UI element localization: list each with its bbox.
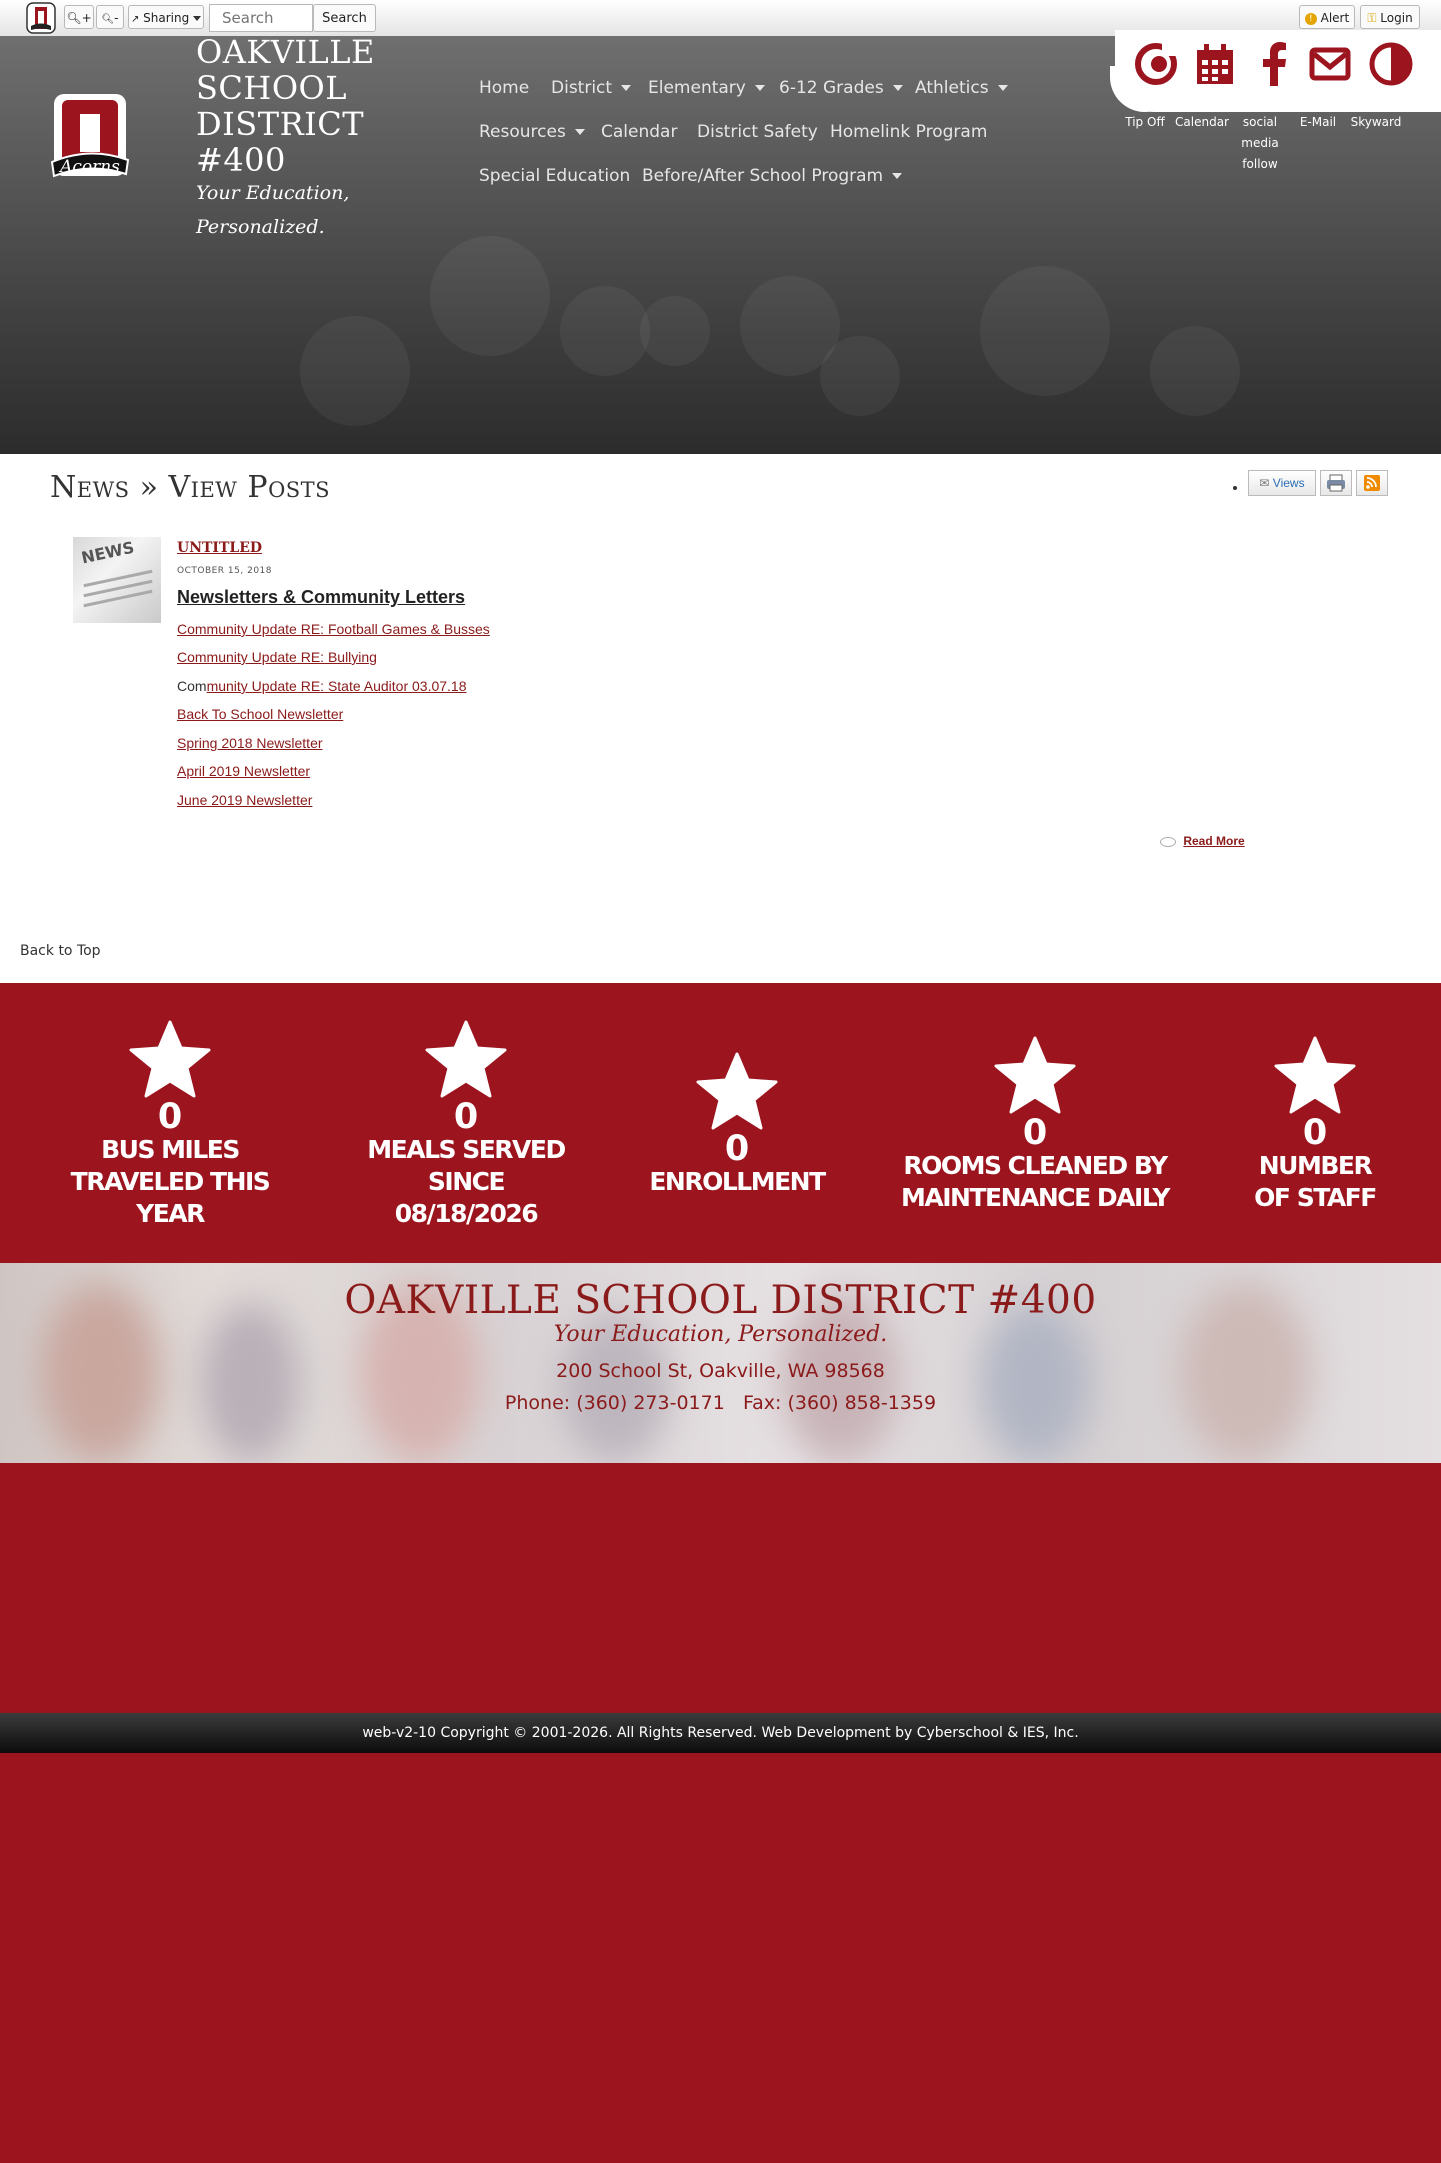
page-title: News » View Posts: [50, 470, 331, 505]
caret-down-icon: [621, 85, 632, 91]
nav-elementary[interactable]: Elementary: [648, 78, 765, 98]
star-icon: [1274, 1036, 1356, 1114]
post-link-bullying[interactable]: Community Update RE: Bullying: [177, 649, 377, 665]
share-icon: ↗: [130, 14, 140, 25]
stat-rooms-cleaned: 0 ROOMS CLEANED BY MAINTENANCE DAILY: [880, 1036, 1190, 1214]
caret-down-icon: [754, 85, 765, 91]
alert-button[interactable]: ! Alert: [1299, 5, 1355, 29]
footer-title: OAKVILLE SCHOOL DISTRICT #400: [344, 1278, 1097, 1323]
post-link-football[interactable]: Community Update RE: Football Games & Bu…: [177, 621, 490, 637]
nav-athletics[interactable]: Athletics: [915, 78, 1008, 98]
post-link-june-2019[interactable]: June 2019 Newsletter: [177, 792, 312, 808]
nav-before-after-school[interactable]: Before/After School Program: [642, 166, 903, 186]
footer-tagline: Your Education, Personalized.: [553, 1322, 888, 1347]
svg-text:Acorns: Acorns: [58, 157, 120, 177]
skyward-icon[interactable]: [1367, 40, 1415, 88]
search-input[interactable]: [209, 4, 313, 32]
news-thumbnail[interactable]: NEWS: [73, 537, 161, 623]
caret-down-icon: [892, 173, 903, 179]
calendar-icon[interactable]: [1191, 40, 1239, 88]
zoom-in-button[interactable]: 🔍︎+: [64, 5, 94, 29]
footer-phone-fax: Phone: (360) 273-0171 Fax: (360) 858-135…: [0, 1392, 1441, 1414]
post-date: OCTOBER 15, 2018: [177, 566, 273, 576]
views-icon: ✉: [1259, 476, 1270, 490]
star-icon: [129, 1020, 211, 1098]
bullet-dot: [1233, 486, 1237, 490]
nav-homelink[interactable]: Homelink Program: [830, 122, 987, 142]
acorns-logo-icon: [26, 2, 56, 34]
post-link-state-auditor[interactable]: Community Update RE: State Auditor 03.07…: [177, 678, 467, 694]
copyright-bar: web-v2-10 Copyright © 2001-2026. All Rig…: [0, 1713, 1441, 1753]
star-icon: [994, 1036, 1076, 1114]
post-heading[interactable]: Newsletters & Community Letters: [177, 587, 465, 608]
nav-resources[interactable]: Resources: [479, 122, 585, 142]
chevron-down-icon: [193, 16, 202, 21]
post-link-april-2019[interactable]: April 2019 Newsletter: [177, 763, 310, 779]
stat-bus-miles: 0 BUS MILES TRAVELED THIS YEAR: [40, 1020, 300, 1230]
nav-grades[interactable]: 6-12 Grades: [779, 78, 903, 98]
footer-phone[interactable]: Phone: (360) 273-0171: [505, 1392, 725, 1414]
footer-fax: Fax: (360) 858-1359: [742, 1392, 937, 1414]
star-icon: [696, 1052, 778, 1130]
post-link-spring-2018[interactable]: Spring 2018 Newsletter: [177, 735, 323, 751]
nav-home[interactable]: Home: [479, 78, 529, 98]
sharing-dropdown[interactable]: ↗ Sharing: [128, 5, 204, 29]
nav-special-education[interactable]: Special Education: [479, 166, 630, 186]
rss-icon: [1364, 475, 1380, 491]
post-link-back-to-school[interactable]: Back To School Newsletter: [177, 706, 343, 722]
footer-address: 200 School St, Oakville, WA 98568: [556, 1360, 885, 1382]
site-tagline: Your Education, Personalized.: [196, 182, 350, 238]
nav-calendar[interactable]: Calendar: [601, 122, 677, 142]
search-button[interactable]: Search: [313, 4, 376, 32]
post-category[interactable]: UNTITLED: [177, 540, 262, 556]
acorns-logo-icon: Acorns: [50, 94, 130, 178]
back-to-top-link[interactable]: Back to Top: [20, 943, 101, 959]
caret-down-icon: [997, 85, 1008, 91]
district-logo[interactable]: Acorns: [50, 92, 130, 186]
key-icon: ⚿: [1367, 11, 1377, 25]
zoom-in-icon: 🔍︎: [66, 11, 82, 25]
nav-district[interactable]: District: [551, 78, 632, 98]
site-title[interactable]: OAKVILLE SCHOOL DISTRICT #400: [196, 34, 426, 178]
read-more-link[interactable]: Read More: [1160, 834, 1245, 848]
caret-down-icon: [574, 129, 585, 135]
rss-button[interactable]: [1356, 470, 1388, 496]
copyright-text[interactable]: web-v2-10 Copyright © 2001-2026. All Rig…: [362, 1725, 1078, 1741]
email-icon[interactable]: [1306, 40, 1354, 88]
facebook-icon[interactable]: [1251, 40, 1299, 88]
printer-icon: [1327, 474, 1345, 492]
zoom-out-button[interactable]: 🔍︎-: [96, 5, 124, 29]
caret-down-icon: [892, 85, 903, 91]
stat-meals-served: 0 MEALS SERVED SINCE 08/18/2026: [336, 1020, 596, 1230]
comment-icon: [1160, 836, 1176, 847]
stat-number-of-staff: 0 NUMBER OF STAFF: [1195, 1036, 1435, 1214]
nav-district-safety[interactable]: District Safety: [697, 122, 818, 142]
login-button[interactable]: ⚿ Login: [1360, 5, 1420, 29]
tipoff-icon[interactable]: [1132, 40, 1180, 88]
views-button[interactable]: ✉ Views: [1248, 470, 1316, 496]
print-button[interactable]: [1320, 470, 1352, 496]
zoom-out-icon: 🔍︎: [101, 14, 115, 25]
star-icon: [425, 1020, 507, 1098]
toolbar-logo[interactable]: [26, 2, 56, 34]
stat-enrollment: 0 ENROLLMENT: [607, 1052, 867, 1198]
skyward-label[interactable]: Skyward: [1341, 112, 1411, 133]
warning-icon: !: [1304, 12, 1317, 25]
